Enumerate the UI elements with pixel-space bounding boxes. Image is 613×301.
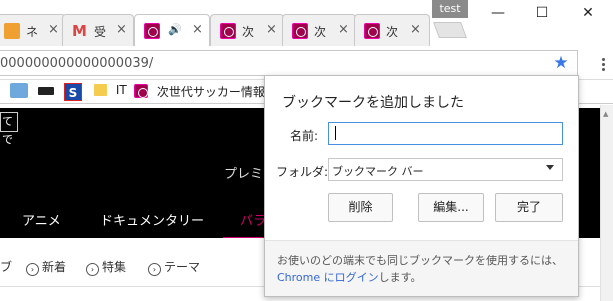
close-icon[interactable]: × xyxy=(192,22,203,37)
nav-item-variety[interactable]: バラ xyxy=(240,210,266,229)
close-icon[interactable]: × xyxy=(410,22,421,37)
profile-button[interactable]: test xyxy=(432,0,468,18)
tab-strip: ネ × M 受 × 🔊 × 次 × 次 × 次 × test — ☐ ✕ xyxy=(0,0,613,46)
audio-icon[interactable]: 🔊 xyxy=(168,23,182,36)
nav-item-anime[interactable]: アニメ xyxy=(22,210,61,229)
subnav-item-new[interactable]: › 新着 xyxy=(26,258,66,276)
address-bar[interactable]: 000000000000000039/ ★ xyxy=(0,50,578,76)
site-logo-icon xyxy=(292,23,308,39)
bookmark-label: 次世代サッカー情報番 xyxy=(156,85,277,99)
enterprise-icon[interactable] xyxy=(10,83,28,98)
folder-icon xyxy=(94,84,107,96)
bbc-icon[interactable] xyxy=(38,87,54,95)
chevron-right-icon: › xyxy=(148,263,161,276)
tab-5[interactable]: 次 × xyxy=(282,14,356,46)
bookmark-name-input[interactable] xyxy=(328,122,563,145)
bookmark-site[interactable]: 次世代サッカー情報番 xyxy=(134,83,277,101)
close-icon[interactable]: × xyxy=(48,22,59,37)
url-text[interactable]: 000000000000000039/ xyxy=(0,56,153,71)
minimize-button[interactable]: — xyxy=(476,0,520,26)
bubble-title: ブックマークを追加しました xyxy=(282,95,464,111)
bookmark-label: IT xyxy=(115,83,127,97)
close-icon[interactable]: × xyxy=(116,22,127,37)
tab-title: 次 xyxy=(386,25,399,39)
dropdown-arrow-icon[interactable] xyxy=(546,165,554,170)
scroll-up-icon[interactable]: ▲ xyxy=(603,110,608,118)
subnav-item-feature[interactable]: › 特集 xyxy=(86,258,126,276)
chevron-right-icon: › xyxy=(26,263,39,276)
close-icon[interactable]: × xyxy=(338,22,349,37)
site-logo-icon xyxy=(144,23,160,39)
site-logo-icon xyxy=(220,23,236,39)
subnav-item-0[interactable]: ブ xyxy=(0,258,12,275)
tab-4[interactable]: 次 × xyxy=(210,14,284,46)
premium-text[interactable]: プレミ xyxy=(224,163,263,182)
menu-icon[interactable] xyxy=(598,56,608,76)
close-icon[interactable]: × xyxy=(266,22,277,37)
orange-site-icon xyxy=(4,23,20,39)
s-icon[interactable]: S xyxy=(64,83,82,101)
tab-1[interactable]: ネ × xyxy=(0,14,66,46)
sign-in-link[interactable]: Chrome にログイン xyxy=(277,271,379,284)
nav-item-documentary[interactable]: ドキュメンタリー xyxy=(100,210,204,229)
bookmark-star-icon[interactable]: ★ xyxy=(550,53,572,75)
scrollbar[interactable] xyxy=(600,105,613,301)
folder-label: フォルダ: xyxy=(276,165,329,179)
tab-6[interactable]: 次 × xyxy=(354,14,430,46)
remove-button[interactable]: 削除 xyxy=(328,193,393,222)
tab-2[interactable]: M 受 × xyxy=(62,14,134,46)
gmail-icon: M xyxy=(72,22,87,40)
bookmark-folder-it[interactable]: IT xyxy=(94,83,127,101)
site-logo-icon xyxy=(134,84,148,98)
new-tab-button[interactable] xyxy=(433,22,467,38)
text-caret xyxy=(335,126,336,140)
sign-in-promo: お使いのどの端末でも同じブックマークを使用するには、 Chrome にログインし… xyxy=(277,254,563,284)
tab-3-active[interactable]: 🔊 × xyxy=(134,14,210,46)
maximize-button[interactable]: ☐ xyxy=(520,0,564,26)
tab-title: 次 xyxy=(242,25,255,39)
tab-title: 受 xyxy=(94,25,107,39)
search-tag[interactable]: てで xyxy=(0,112,18,146)
tab-title: ネ xyxy=(26,25,39,39)
tab-title: 次 xyxy=(314,25,327,39)
name-label: 名前: xyxy=(290,129,319,143)
folder-select-value[interactable]: ブックマーク バー xyxy=(332,163,424,179)
done-button[interactable]: 完了 xyxy=(495,193,563,222)
browser-window: ネ × M 受 × 🔊 × 次 × 次 × 次 × test — ☐ ✕ 000… xyxy=(0,0,613,301)
edit-button[interactable]: 編集... xyxy=(418,193,484,222)
close-window-button[interactable]: ✕ xyxy=(566,0,610,26)
chevron-right-icon: › xyxy=(86,263,99,276)
subnav-item-theme[interactable]: › テーマ xyxy=(148,258,200,276)
site-logo-icon xyxy=(364,23,380,39)
